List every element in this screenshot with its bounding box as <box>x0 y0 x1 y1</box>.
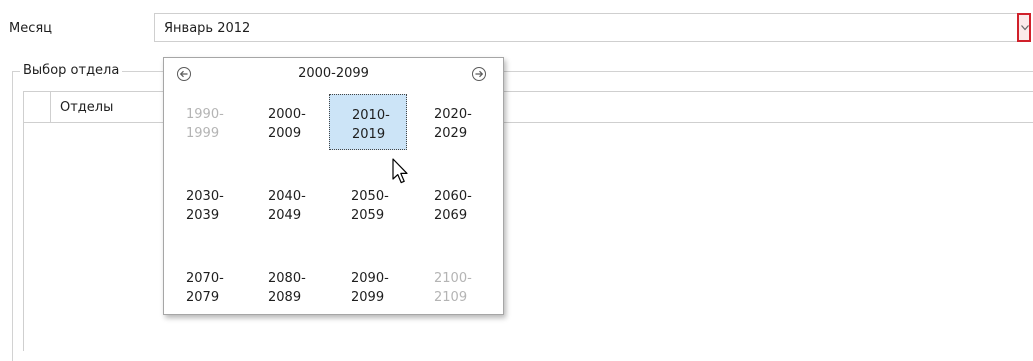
decade-end: 2009 <box>268 126 302 141</box>
decade-end: 2109 <box>434 290 468 305</box>
month-combobox[interactable]: Январь 2012 <box>154 13 1031 42</box>
mouse-pointer-icon <box>392 158 408 184</box>
decade-end: 2069 <box>434 208 468 223</box>
decade-start: 2070- <box>186 271 224 286</box>
decade-cell-selected[interactable]: 2010- 2019 <box>329 94 407 150</box>
next-century-button[interactable] <box>471 66 487 82</box>
row-indicator-header <box>24 92 51 122</box>
decade-end: 2029 <box>434 126 468 141</box>
decade-end: 2099 <box>351 290 385 305</box>
decade-start: 2000- <box>268 107 306 122</box>
decade-cell[interactable]: 2090- 2099 <box>329 258 407 314</box>
decade-cell[interactable]: 2030- 2039 <box>164 176 242 232</box>
dropdown-button[interactable] <box>1017 13 1031 42</box>
decade-start: 2050- <box>351 189 389 204</box>
decade-end: 2039 <box>186 208 220 223</box>
arrow-right-circle-icon <box>472 67 486 81</box>
decade-cell[interactable]: 2000- 2009 <box>246 94 324 150</box>
decade-end: 2079 <box>186 290 220 305</box>
decade-end: 2019 <box>352 127 386 142</box>
decade-end: 2089 <box>268 290 302 305</box>
decade-end: 1999 <box>186 126 220 141</box>
decade-cell[interactable]: 1990- 1999 <box>164 94 242 150</box>
decade-start: 2040- <box>268 189 306 204</box>
decade-cell[interactable]: 2070- 2079 <box>164 258 242 314</box>
decade-start: 2060- <box>434 189 472 204</box>
department-group-title: Выбор отдела <box>20 63 123 78</box>
column-header-departments[interactable]: Отделы <box>60 100 113 115</box>
decade-start: 2080- <box>268 271 306 286</box>
chevron-down-icon <box>1021 25 1029 31</box>
decade-start: 2100- <box>434 271 472 286</box>
decade-start: 2090- <box>351 271 389 286</box>
decade-start: 2010- <box>352 108 390 123</box>
decade-cell[interactable]: 2040- 2049 <box>246 176 324 232</box>
decade-end: 2059 <box>351 208 385 223</box>
decade-end: 2049 <box>268 208 302 223</box>
decade-cell[interactable]: 2020- 2029 <box>412 94 490 150</box>
month-label: Месяц <box>9 21 53 36</box>
decade-start: 2030- <box>186 189 224 204</box>
decade-picker-popup: 2000-2099 1990- 1999 2000- 2009 2010- 2019 202… <box>163 57 504 315</box>
decade-start: 2020- <box>434 107 472 122</box>
century-title[interactable]: 2000-2099 <box>164 66 503 81</box>
month-value: Январь 2012 <box>164 21 251 36</box>
decade-cell[interactable]: 2100- 2109 <box>412 258 490 314</box>
decade-start: 1990- <box>186 107 224 122</box>
decade-cell[interactable]: 2080- 2089 <box>246 258 324 314</box>
decade-cell[interactable]: 2060- 2069 <box>412 176 490 232</box>
